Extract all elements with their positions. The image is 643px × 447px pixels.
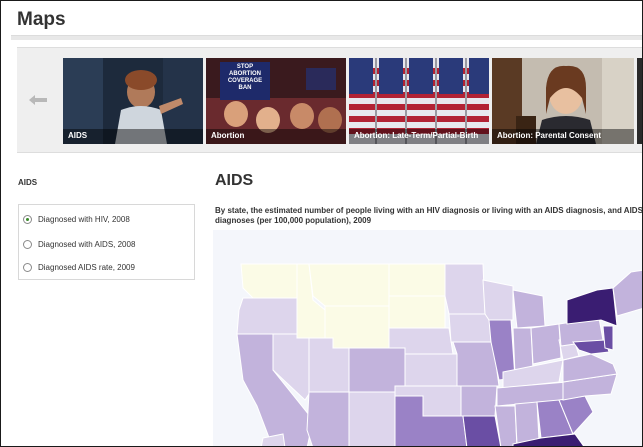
- option-label: Diagnosed with AIDS, 2008: [38, 239, 136, 249]
- state-nd: [388, 263, 446, 297]
- carousel-item-abortion-late-term[interactable]: Abortion: Late-Term/Partial-Birth: [349, 58, 489, 144]
- carousel-item-label: Abortion: [206, 129, 346, 144]
- map-description: By state, the estimated number of people…: [215, 206, 643, 225]
- state-ar: [460, 385, 498, 417]
- carousel-item-aids[interactable]: AIDS: [63, 58, 203, 144]
- browser-frame: Maps AIDS STOP ABORTION COVERAGE BAN Abo…: [0, 0, 643, 447]
- carousel-item-abortion[interactable]: STOP ABORTION COVERAGE BAN Abortion: [206, 58, 346, 144]
- option-diagnosed-aids-rate-2009[interactable]: Diagnosed AIDS rate, 2009: [23, 260, 135, 274]
- radio-icon[interactable]: [23, 262, 32, 272]
- carousel-item-label: Abortion: Late-Term/Partial-Birth: [349, 129, 489, 144]
- state-ks: [404, 353, 458, 387]
- state-mi: [512, 289, 546, 329]
- arrow-left-icon: [29, 95, 47, 105]
- page-title: Maps: [17, 9, 66, 30]
- state-wy: [324, 305, 390, 349]
- state-az: [306, 391, 350, 446]
- us-map[interactable]: [213, 230, 642, 446]
- state-nj: [602, 325, 614, 351]
- option-label: Diagnosed AIDS rate, 2009: [38, 262, 135, 272]
- state-or: [236, 297, 298, 335]
- protest-sign-text: STOP ABORTION COVERAGE BAN: [227, 64, 263, 91]
- state-mn: [444, 263, 486, 315]
- state-nm: [348, 391, 396, 446]
- state-md: [572, 339, 610, 355]
- map-options-panel: Diagnosed with HIV, 2008 Diagnosed with …: [18, 204, 195, 280]
- carousel-item-next-partial[interactable]: [637, 58, 642, 144]
- option-label: Diagnosed with HIV, 2008: [38, 214, 130, 224]
- state-wa: [240, 263, 298, 299]
- carousel-item-label: AIDS: [63, 129, 203, 144]
- title-divider: [11, 35, 642, 40]
- carousel-item-label: Abortion: Parental Consent: [492, 129, 634, 144]
- topic-carousel: AIDS STOP ABORTION COVERAGE BAN Abortion: [17, 47, 642, 153]
- state-sd: [388, 295, 446, 329]
- sidebar-heading: AIDS: [18, 178, 38, 187]
- radio-selected-icon[interactable]: [23, 214, 32, 224]
- state-mt: [308, 263, 390, 307]
- us-choropleth-map: [236, 263, 642, 446]
- state-ia: [448, 313, 492, 343]
- state-wi: [482, 279, 514, 321]
- map-title: AIDS: [215, 172, 254, 189]
- radio-icon[interactable]: [23, 239, 32, 249]
- carousel-item-parental-consent[interactable]: Abortion: Parental Consent: [492, 58, 634, 144]
- state-co: [348, 347, 406, 393]
- option-diagnosed-aids-2008[interactable]: Diagnosed with AIDS, 2008: [23, 237, 135, 251]
- state-new-england: [612, 269, 642, 317]
- state-al: [514, 401, 540, 445]
- carousel-prev-button[interactable]: [17, 56, 59, 144]
- state-oh: [530, 323, 562, 365]
- option-diagnosed-hiv-2008[interactable]: Diagnosed with HIV, 2008: [23, 212, 130, 226]
- state-hi: [260, 433, 286, 446]
- state-ny: [566, 287, 618, 327]
- state-la: [462, 415, 502, 446]
